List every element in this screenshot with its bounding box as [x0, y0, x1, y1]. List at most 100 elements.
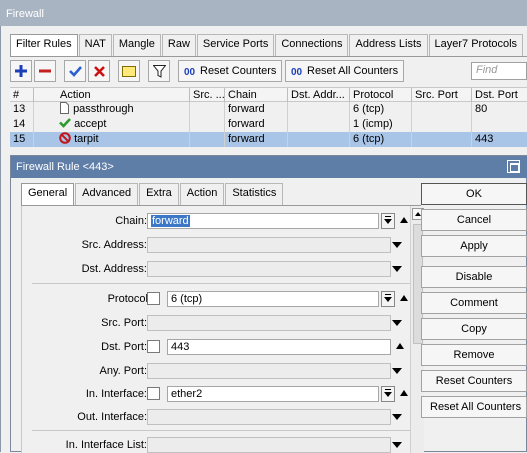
chain-value: forward [151, 215, 190, 227]
src-address-field[interactable] [147, 237, 391, 253]
table-row[interactable]: 13 passthrough forward 6 (tcp) 80 [10, 102, 527, 117]
no-entry-icon [59, 132, 71, 144]
reset-icon: 00 [291, 67, 303, 76]
dst-address-field[interactable] [147, 261, 391, 277]
minus-icon [39, 69, 51, 73]
col-header-dst-address[interactable]: Dst. Addr... [288, 88, 350, 103]
reset-all-counters-button[interactable]: 00 Reset All Counters [285, 60, 405, 82]
expand-down-icon[interactable] [390, 437, 404, 453]
reset-all-counters-rule-button[interactable]: Reset All Counters [421, 396, 527, 418]
row-number: 14 [10, 117, 34, 132]
chain-field[interactable]: forward [147, 213, 379, 229]
col-header-protocol[interactable]: Protocol [350, 88, 412, 103]
tab-extra[interactable]: Extra [139, 183, 179, 205]
tab-statistics[interactable]: Statistics [225, 183, 284, 205]
col-header-action[interactable]: Action [57, 88, 190, 103]
in-interface-negate-checkbox[interactable] [147, 387, 160, 400]
reset-all-counters-label: Reset All Counters [307, 65, 399, 77]
row-action: accept [57, 117, 190, 132]
apply-button[interactable]: Apply [421, 235, 527, 257]
col-header-src-address[interactable]: Src. ... [190, 88, 225, 103]
expand-down-icon[interactable] [390, 261, 404, 277]
dst-port-negate-checkbox[interactable] [147, 340, 160, 353]
tab-raw[interactable]: Raw [161, 34, 196, 56]
ok-button[interactable]: OK [421, 183, 527, 205]
dst-port-label: Dst. Port: [101, 341, 147, 353]
tab-service-ports[interactable]: Service Ports [196, 34, 275, 56]
protocol-dropdown-icon[interactable] [381, 291, 395, 307]
col-header-chain[interactable]: Chain [225, 88, 288, 103]
row-protocol: 1 (icmp) [350, 117, 412, 132]
in-interface-field[interactable]: ether2 [167, 386, 379, 402]
tab-filter-rules[interactable]: Filter Rules [10, 34, 78, 57]
comment-rule-button[interactable]: Comment [421, 292, 527, 314]
collapse-up-icon[interactable] [398, 290, 410, 306]
collapse-up-icon[interactable] [398, 385, 410, 401]
row-action: passthrough [57, 102, 190, 117]
expand-down-icon[interactable] [390, 409, 404, 425]
expand-down-icon[interactable] [390, 315, 404, 331]
chain-dropdown-icon[interactable] [381, 213, 395, 229]
accept-check-icon [59, 118, 71, 128]
expand-down-icon[interactable] [390, 237, 404, 253]
tab-advanced[interactable]: Advanced [75, 183, 139, 205]
protocol-negate-checkbox[interactable] [147, 292, 160, 305]
find-input[interactable]: Find [471, 62, 527, 80]
row-chain: forward [225, 117, 288, 132]
cross-icon [93, 65, 105, 77]
add-button[interactable] [10, 60, 32, 82]
src-port-field[interactable] [147, 315, 391, 331]
dst-port-field[interactable]: 443 [167, 339, 391, 355]
col-header-number[interactable]: # [10, 88, 34, 103]
reset-icon: 00 [184, 67, 196, 76]
row-dst-port: 80 [475, 103, 488, 115]
comment-button[interactable] [118, 60, 140, 82]
row-number: 13 [10, 102, 34, 117]
dst-address-label: Dst. Address: [81, 263, 147, 275]
enable-button[interactable] [64, 60, 86, 82]
disable-rule-button[interactable]: Disable [421, 266, 527, 288]
protocol-label: Protocol: [107, 293, 151, 305]
tab-connections[interactable]: Connections [275, 34, 349, 56]
row-action-label: tarpit [74, 133, 99, 145]
tab-nat[interactable]: NAT [78, 34, 112, 56]
any-port-label: Any. Port: [99, 365, 147, 377]
tab-action[interactable]: Action [179, 183, 225, 205]
protocol-field[interactable]: 6 (tcp) [167, 291, 379, 307]
in-interface-dropdown-icon[interactable] [381, 386, 395, 402]
tab-bar: Filter Rules NAT Mangle Raw Service Port… [10, 34, 524, 57]
dialog-title: Firewall Rule <443> [11, 156, 527, 178]
row-dst-address [288, 102, 350, 117]
reset-counters-rule-button[interactable]: Reset Counters [421, 370, 527, 392]
tab-mangle[interactable]: Mangle [112, 34, 161, 56]
out-interface-field[interactable] [147, 409, 391, 425]
col-header-src-port[interactable]: Src. Port [412, 88, 472, 103]
in-interface-list-field[interactable] [147, 437, 391, 453]
any-port-field[interactable] [147, 363, 391, 379]
table-row[interactable]: 14 accept forward 1 (icmp) [10, 117, 527, 132]
row-protocol: 6 (tcp) [350, 102, 412, 117]
copy-button[interactable]: Copy [421, 318, 527, 340]
remove-button[interactable] [34, 60, 56, 82]
collapse-up-icon[interactable] [394, 338, 406, 354]
collapse-up-icon[interactable] [398, 212, 410, 228]
filter-button[interactable] [148, 60, 170, 82]
cancel-button[interactable]: Cancel [421, 209, 527, 231]
tab-address-lists[interactable]: Address Lists [349, 34, 428, 56]
tab-layer7-protocols[interactable]: Layer7 Protocols [428, 34, 524, 56]
reset-counters-button[interactable]: 00 Reset Counters [178, 60, 283, 82]
row-chain: forward [225, 132, 288, 147]
col-header-dst-port[interactable]: Dst. Port [472, 88, 527, 103]
maximize-icon[interactable] [507, 160, 520, 173]
expand-down-icon[interactable] [390, 363, 404, 379]
row-dst-port: 443 [475, 133, 494, 145]
section-separator [32, 283, 412, 284]
tab-general[interactable]: General [21, 183, 75, 206]
window-title: Firewall [0, 0, 527, 26]
tab-divider [10, 56, 527, 57]
row-dst-address [288, 132, 350, 147]
remove-rule-button[interactable]: Remove [421, 344, 527, 366]
table-row[interactable]: 15 tarpit forward 6 (tcp) 443 [10, 132, 527, 147]
disable-button[interactable] [88, 60, 110, 82]
row-src-address [190, 117, 225, 132]
